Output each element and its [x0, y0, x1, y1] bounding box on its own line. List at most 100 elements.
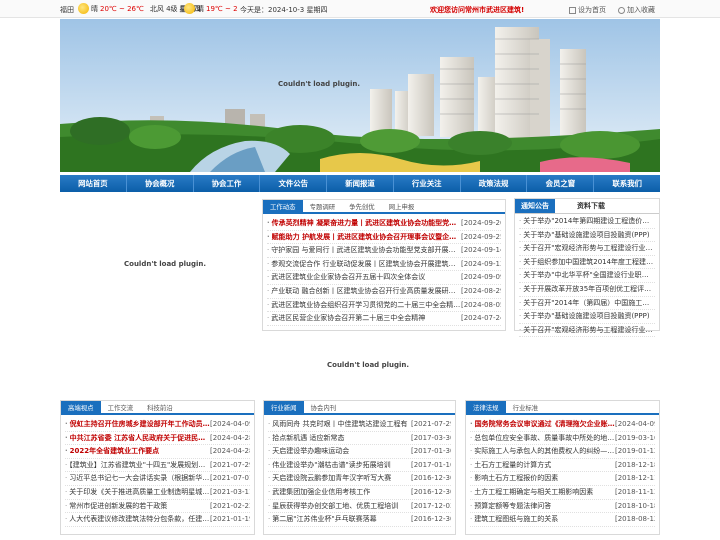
sun-icon	[78, 3, 89, 14]
list-item[interactable]: · 关于举办"基础设施建设项目投融资(PPP)	[519, 310, 655, 324]
tab-industry-news[interactable]: 行业新闻	[264, 401, 304, 413]
tab-online-apply[interactable]: 网上申报	[382, 200, 422, 212]
sun-icon	[184, 3, 195, 14]
list-item[interactable]: ·星辰获得举办创交部工地、优质工程培训[2017-12-03]	[268, 500, 451, 514]
list-item[interactable]: ·武进区建筑业企业家协会召开五届十四次全体会议[2024-09-09]	[267, 271, 501, 285]
laws-tabs: 法律法规 行业标准	[466, 401, 659, 415]
favorite-icon	[618, 6, 625, 14]
list-item[interactable]: ·中共江苏省委 江苏省人民政府关于促进民营经济[2024-04-28]	[65, 432, 250, 446]
viewpoint-list: ·倪虹主持召开住房城乡建设部开年工作动员会强调[2024-04-09] ·中共江…	[61, 415, 254, 530]
list-item[interactable]: · 武进区建筑业协会组织召开学习贯彻党的二十届三中全会精神专题 [2024-08-0…	[267, 299, 501, 313]
nav-item-news[interactable]: 新闻报道	[327, 175, 394, 192]
industry-news-tabs: 行业新闻 协会内刊	[264, 401, 455, 415]
tab-viewpoint[interactable]: 高端视点	[61, 401, 101, 413]
list-item[interactable]: ·土石方工程量的计算方式[2018-12-18]	[470, 459, 655, 473]
list-item[interactable]: · 参观交流促合作 行业联动促发展丨区建筑业协会开展建筑设备产 [2024-09-1…	[267, 258, 501, 272]
notice-list: ·关于举办"2014年第四期建设工程造价……管理"培训班 ·关于举办"基础设施建…	[515, 214, 659, 338]
left-media-area: Couldn't load plugin.	[60, 197, 255, 332]
list-item[interactable]: ·习近平总书记七一大会讲话实录（根据新华社文[2021-07-01]	[65, 472, 250, 486]
list-item[interactable]: ·武进区民营企业家协会召开第二十届三中全会精神[2024-07-24]	[267, 312, 501, 326]
list-item[interactable]: · 传承英烈精神 凝聚奋进力量丨武进区建筑业协会功能型党支部开 [2024-09-2…	[267, 217, 501, 231]
center-media-area: Couldn't load plugin.	[60, 336, 660, 396]
list-item[interactable]: ·预算定额等专题法律问答[2018-10-18]	[470, 500, 655, 514]
nav-item-members[interactable]: 会员之窗	[527, 175, 595, 192]
header-banner: Couldn't load plugin.	[60, 19, 660, 172]
list-item[interactable]: · 关于举办"中北华平杯"全国建设行业职业技能	[519, 269, 655, 283]
list-item[interactable]: ·风雨同舟 共克时艰丨中佳建筑达建设工程有[2021-07-29]	[268, 418, 451, 432]
list-item[interactable]: ·拾点新机遇 适应新常态[2017-03-30]	[268, 432, 451, 446]
banner-plugin-message: Couldn't load plugin.	[278, 80, 361, 88]
work-tabs: 工作动态 专题调研 争先创优 网上申报	[263, 200, 505, 214]
list-item[interactable]: ·关于举办"2014年第四期建设工程造价……管理"培训班	[519, 215, 655, 229]
list-item[interactable]: · 守护家园 与爱同行丨武进区建筑业协会功能型党支部开展爱心公 [2024-09-1…	[267, 244, 501, 258]
weather-wind: 北风 4级	[149, 4, 178, 13]
nav-item-overview[interactable]: 协会概况	[127, 175, 194, 192]
list-item[interactable]: ·武建集团加强企业信用考核工作[2016-12-30]	[268, 486, 451, 500]
industry-news-list: ·风雨同舟 共克时艰丨中佳建筑达建设工程有[2021-07-29] ·拾点新机遇…	[264, 415, 455, 530]
list-item[interactable]: ·产业联动 融合创新丨区建筑业协会召开行业高质量发展研讨会[2024-08-29…	[267, 285, 501, 299]
weather-temp: 20℃ ~ 26℃	[100, 4, 144, 13]
list-item[interactable]: ·2022年全省建筑业工作要点[2024-04-28]	[65, 445, 250, 459]
tab-excellence[interactable]: 争先创优	[342, 200, 382, 212]
list-item[interactable]: ·总包单位应安全事故、质量事故中所处的地位、[2019-03-16]	[470, 432, 655, 446]
list-item[interactable]: · 关于举办"基础设施建设项目投融资(PPP)	[519, 229, 655, 243]
laws-panel: 法律法规 行业标准 · 国务院常务会议审议通过《清理拖欠企业账款专项 [2024-0…	[465, 400, 660, 535]
tab-standards[interactable]: 行业标准	[506, 401, 546, 413]
list-item[interactable]: ·第二届"江苏伟业杯"乒乓联赛落幕[2016-12-30]	[268, 513, 451, 527]
weather-temp: 19℃ ~ 2	[206, 4, 238, 13]
viewpoint-tabs: 高端视点 工作交流 科技前沿	[61, 401, 254, 415]
nav-item-industry[interactable]: 行业关注	[394, 175, 461, 192]
list-item[interactable]: ·实际施工人与承包人的其他费权人的纠纷——工程[2019-01-12]	[470, 445, 655, 459]
home-icon	[569, 6, 576, 14]
list-item[interactable]: · 赋能助力 护航发展丨武进区建筑业协会召开理事会议暨企业家座 [2024-09-2…	[267, 231, 501, 245]
list-item[interactable]: · 关于开展改革开放35年百项创优工程评选活	[519, 283, 655, 297]
top-bar: 福田 晴 20℃ ~ 26℃ 北风 4级 星期四 晴 19℃ ~ 2 今天是：2…	[0, 0, 720, 18]
viewpoint-panel: 高端视点 工作交流 科技前沿 · 倪虹主持召开住房城乡建设部开年工作动员会强调 [2…	[60, 400, 255, 535]
center-plugin-message: Couldn't load plugin.	[327, 361, 410, 369]
set-home-link[interactable]: 设为首页	[569, 5, 606, 15]
weather-today: 晴 20℃ ~ 26℃ 北风 4级 星期四	[78, 3, 201, 14]
main-nav: 网站首页 协会概况 协会工作 文件公告 新闻报道 行业关注 政策法规 会员之窗 …	[60, 175, 660, 192]
tab-work-dynamics[interactable]: 工作动态	[263, 200, 303, 212]
industry-news-panel: 行业新闻 协会内刊 · 风雨同舟 共克时艰丨中佳建筑达建设工程有 [2021-07-…	[263, 400, 456, 535]
list-item[interactable]: ·人大代表建议修改建筑法特分包条款，任建部答复[2021-01-19]	[65, 513, 250, 527]
tab-technology[interactable]: 科技前沿	[140, 401, 180, 413]
nav-item-policy[interactable]: 政策法规	[461, 175, 528, 192]
weather-label: 晴	[91, 4, 98, 13]
work-news-panel: 工作动态 专题调研 争先创优 网上申报 · 传承英烈精神 凝聚奋进力量丨武进区建筑…	[262, 199, 506, 331]
list-item[interactable]: ·天启建设院云鹏参加青年汉字听写大赛[2016-12-30]	[268, 472, 451, 486]
nav-item-notices[interactable]: 文件公告	[260, 175, 328, 192]
list-item[interactable]: ·常州市促进创新发展的若干政策[2021-02-23]	[65, 500, 250, 514]
weather-label: 晴	[197, 4, 204, 13]
list-item[interactable]: ·伟业建设举办"潮枯击谱"读步拓展培训[2017-01-16]	[268, 459, 451, 473]
tab-downloads[interactable]: 资料下载	[571, 199, 611, 213]
tab-exchange[interactable]: 工作交流	[101, 401, 141, 413]
list-item[interactable]: ·【建筑业】江苏省建筑业"十四五"发展规划印发[2021-07-29]	[65, 459, 250, 473]
list-item[interactable]: · 关于组织参加中国建筑2014年度工程建设企业	[519, 256, 655, 270]
welcome-text: 欢迎您访问常州市武进区建筑!	[430, 6, 525, 14]
nav-item-work[interactable]: 协会工作	[194, 175, 261, 192]
tab-notices[interactable]: 通知公告	[515, 199, 555, 213]
weather-next: 晴 19℃ ~ 2	[184, 3, 238, 14]
list-item[interactable]: · 关于召开"2014年（第四届）中国施工装备	[519, 297, 655, 311]
list-item[interactable]: ·影响土石方工程报价的因素[2018-12-11]	[470, 472, 655, 486]
city-name: 福田	[60, 6, 74, 14]
list-item[interactable]: ·关于印发《关于推进高质量工业制造明星城建设的[2021-03-11]	[65, 486, 250, 500]
tab-journal[interactable]: 协会内刊	[304, 401, 344, 413]
list-item[interactable]: · 关于召开"宏观经济形势与工程建设行业发展高	[519, 242, 655, 256]
nav-item-contact[interactable]: 联系我们	[594, 175, 660, 192]
add-favorite-link[interactable]: 加入收藏	[618, 5, 655, 15]
tab-research[interactable]: 专题调研	[303, 200, 343, 212]
list-item[interactable]: ·天启建设举办趣味运动会[2017-01-30]	[268, 445, 451, 459]
left-plugin-message: Couldn't load plugin.	[124, 260, 207, 268]
laws-list: ·国务院常务会议审议通过《清理拖欠企业账款专项[2024-04-09] ·总包单…	[466, 415, 659, 530]
list-item[interactable]: ·建筑工程图纸与施工的关系[2018-08-12]	[470, 513, 655, 527]
notice-tabs: 通知公告 资料下载	[515, 199, 659, 214]
nav-item-home[interactable]: 网站首页	[60, 175, 127, 192]
work-list: · 传承英烈精神 凝聚奋进力量丨武进区建筑业协会功能型党支部开 [2024-09-2…	[263, 214, 505, 329]
city-skyline-image	[60, 19, 660, 172]
list-item[interactable]: ·倪虹主持召开住房城乡建设部开年工作动员会强调[2024-04-09]	[65, 418, 250, 432]
list-item[interactable]: ·国务院常务会议审议通过《清理拖欠企业账款专项[2024-04-09]	[470, 418, 655, 432]
tab-laws[interactable]: 法律法规	[466, 401, 506, 413]
list-item[interactable]: ·土方工程工期确定与相关工期影响因素[2018-11-13]	[470, 486, 655, 500]
